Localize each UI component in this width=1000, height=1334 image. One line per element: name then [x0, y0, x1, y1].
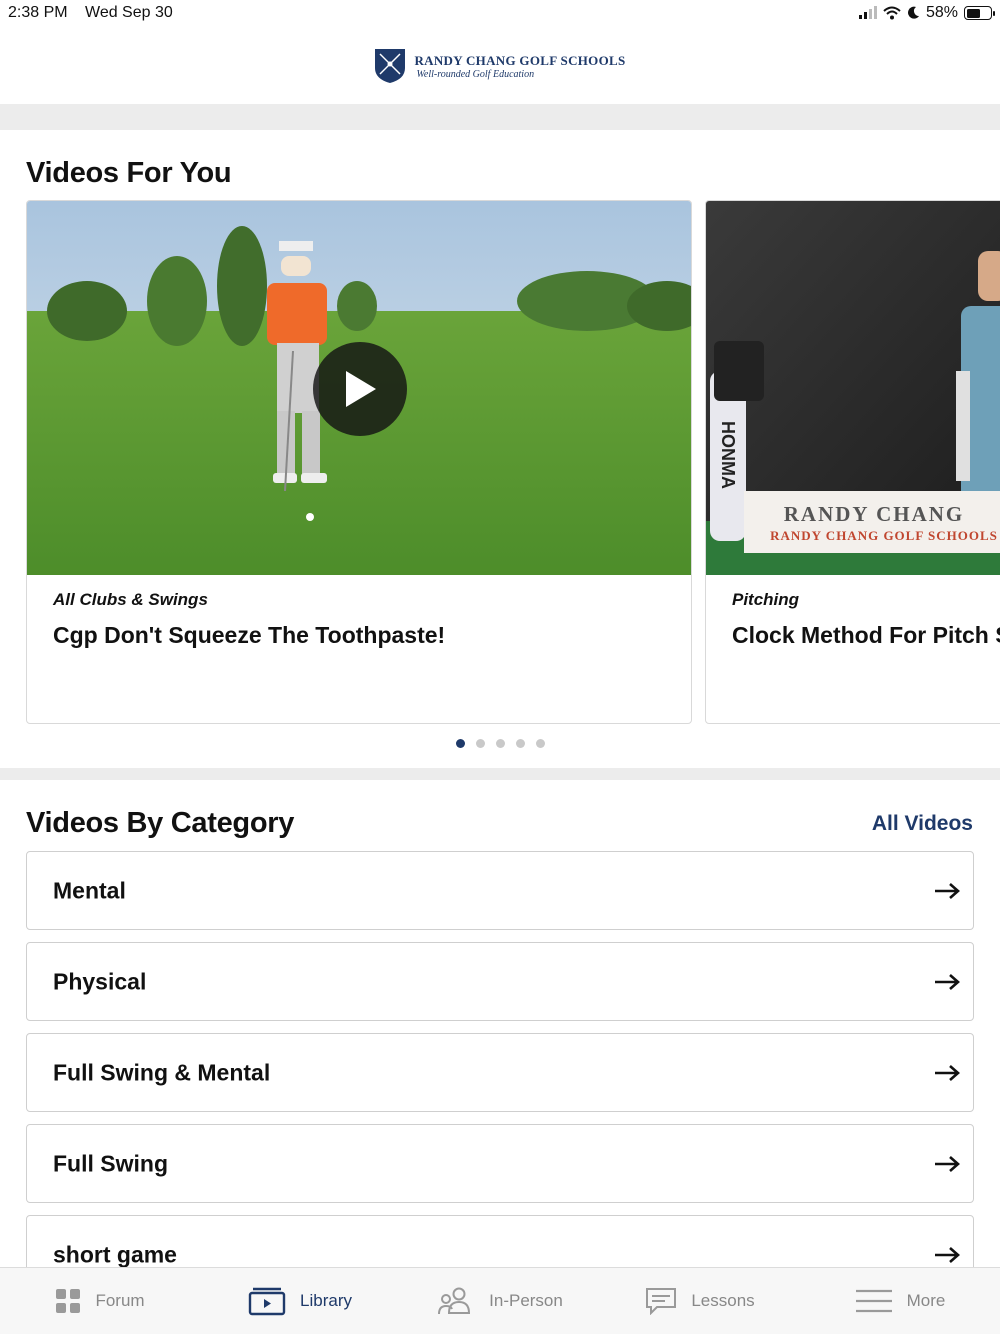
play-button[interactable]	[313, 342, 407, 436]
tab-bar: Forum Library In-Person Lessons More	[0, 1267, 1000, 1334]
category-label: Mental	[53, 877, 126, 903]
videos-by-category-title: Videos By Category	[26, 807, 295, 839]
video-title[interactable]: Clock Method For Pitch S	[732, 622, 1000, 649]
people-icon	[438, 1287, 471, 1315]
video-category: Pitching	[732, 590, 800, 609]
arrow-right-icon	[935, 882, 960, 899]
carousel-page-indicator[interactable]	[0, 739, 1000, 748]
category-row-mental[interactable]: Mental	[26, 851, 974, 930]
tab-forum[interactable]: Forum	[0, 1268, 200, 1334]
video-category: All Clubs & Swings	[53, 590, 208, 609]
video-card[interactable]: HONMA RANDY CHANG RANDY CHANG GOLF SCHOO…	[705, 200, 1000, 724]
category-label: short game	[53, 1241, 177, 1267]
studio-image: HONMA RANDY CHANG RANDY CHANG GOLF SCHOO…	[706, 201, 1000, 575]
category-row-full-swing-mental[interactable]: Full Swing & Mental	[26, 1033, 974, 1112]
video-thumbnail[interactable]: HONMA RANDY CHANG RANDY CHANG GOLF SCHOO…	[706, 201, 1000, 575]
app-header: RANDY CHANG GOLF SCHOOLS Well-rounded Go…	[0, 28, 1000, 104]
tab-more[interactable]: More	[800, 1268, 1000, 1334]
video-library-icon	[248, 1287, 286, 1316]
tab-library[interactable]: Library	[200, 1268, 400, 1334]
videos-for-you-title: Videos For You	[26, 157, 232, 189]
arrow-right-icon	[935, 973, 960, 990]
status-time: 2:38 PM	[8, 4, 68, 21]
category-row-full-swing[interactable]: Full Swing	[26, 1124, 974, 1203]
carousel-dot[interactable]	[535, 739, 545, 748]
moon-icon	[907, 6, 919, 19]
all-videos-link[interactable]: All Videos	[872, 812, 973, 836]
cellular-signal-icon	[858, 6, 877, 19]
arrow-right-icon	[935, 1155, 960, 1172]
category-label: Full Swing	[53, 1150, 168, 1176]
battery-percent: 58%	[925, 4, 958, 21]
tab-label: Library	[300, 1291, 352, 1310]
banner-name: RANDY CHANG	[784, 502, 964, 526]
section-divider	[0, 104, 1000, 130]
video-card[interactable]: All Clubs & Swings Cgp Don't Squeeze The…	[26, 200, 692, 724]
arrow-right-icon	[935, 1246, 960, 1263]
carousel-dot[interactable]	[455, 739, 465, 748]
tab-label: Lessons	[691, 1291, 755, 1310]
wifi-icon	[883, 6, 901, 20]
logo[interactable]: RANDY CHANG GOLF SCHOOLS Well-rounded Go…	[374, 48, 625, 84]
carousel-dot[interactable]	[515, 739, 525, 748]
bag-brand: HONMA	[718, 421, 738, 489]
battery-icon	[964, 6, 995, 20]
chat-icon	[646, 1288, 677, 1315]
arrow-right-icon	[935, 1064, 960, 1081]
video-title[interactable]: Cgp Don't Squeeze The Toothpaste!	[53, 622, 445, 649]
category-label: Full Swing & Mental	[53, 1059, 271, 1085]
section-divider	[0, 768, 1000, 780]
tab-in-person[interactable]: In-Person	[400, 1268, 600, 1334]
video-carousel[interactable]: All Clubs & Swings Cgp Don't Squeeze The…	[26, 200, 1000, 724]
logo-tagline: Well-rounded Golf Education	[416, 68, 535, 80]
play-icon	[346, 371, 376, 407]
status-date: Wed Sep 30	[85, 4, 173, 21]
category-row-physical[interactable]: Physical	[26, 942, 974, 1021]
tab-label: More	[906, 1291, 946, 1310]
menu-icon	[855, 1289, 892, 1313]
logo-shield-icon	[375, 49, 406, 83]
banner-subtitle: RANDY CHANG GOLF SCHOOLS	[770, 528, 998, 543]
tab-label: In-Person	[489, 1291, 563, 1310]
carousel-dot[interactable]	[475, 739, 485, 748]
status-indicators: 58%	[858, 4, 995, 22]
category-label: Physical	[53, 968, 147, 994]
carousel-dot[interactable]	[495, 739, 505, 748]
status-bar: 2:38 PM Wed Sep 30 58%	[0, 0, 1000, 28]
tab-label: Forum	[95, 1291, 145, 1310]
grid-icon	[56, 1289, 81, 1313]
tab-lessons[interactable]: Lessons	[600, 1268, 800, 1334]
logo-name: RANDY CHANG GOLF SCHOOLS	[414, 52, 626, 68]
